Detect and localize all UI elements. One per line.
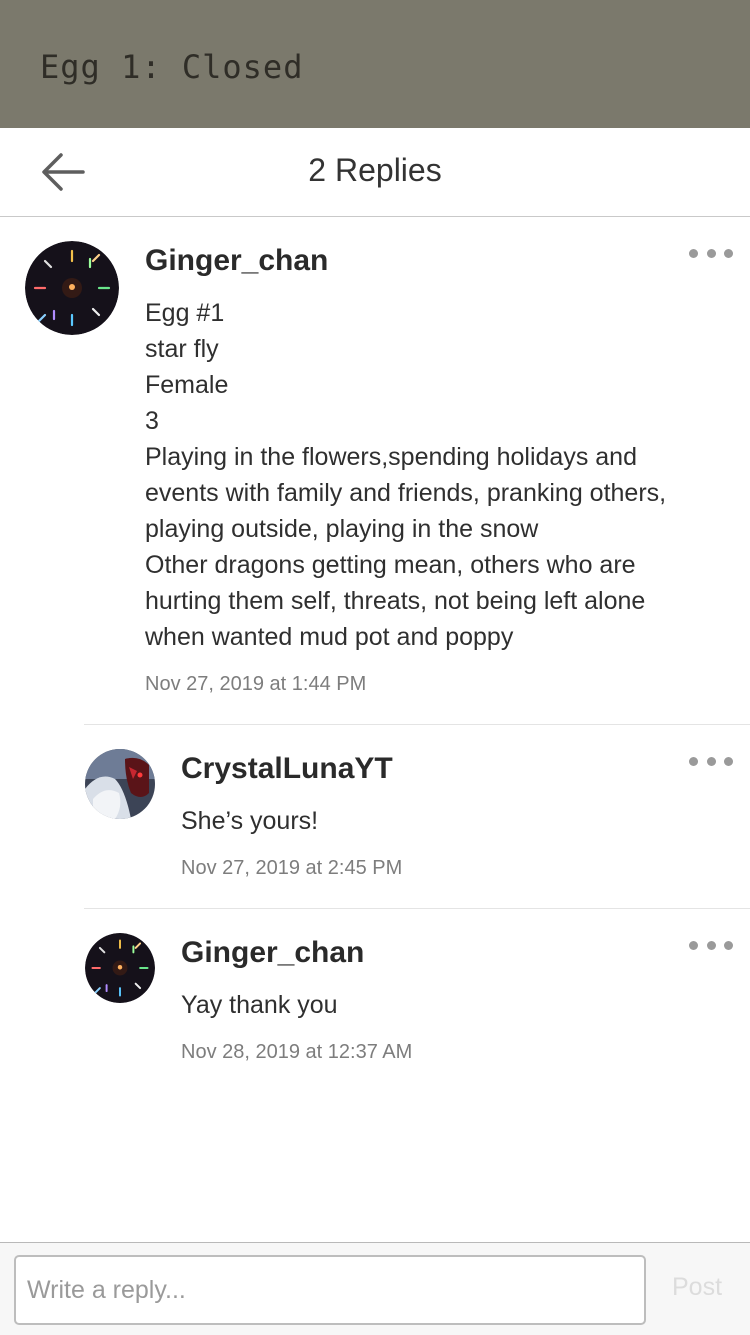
comment-more-button[interactable] [689, 935, 733, 955]
more-dot [706, 940, 716, 950]
comment-body: Egg #1 star fly Female 3 Playing in the … [145, 295, 666, 655]
avatar[interactable] [85, 749, 155, 819]
starburst-avatar-icon [25, 241, 119, 335]
page-title: 2 Replies [308, 152, 442, 188]
comment-timestamp: Nov 27, 2019 at 1:44 PM [145, 673, 367, 695]
comment-line: Playing in the flowers,spending holidays… [145, 443, 637, 471]
comment-more-button[interactable] [689, 751, 733, 771]
reply-input[interactable] [14, 1255, 646, 1325]
comment-line: Yay thank you [181, 991, 338, 1019]
more-dot [724, 248, 733, 258]
divider [84, 724, 750, 725]
comment-line: star fly [145, 335, 219, 363]
divider [84, 908, 750, 909]
comment-line: 3 [145, 407, 159, 435]
comment-line: hurting them self, threats, not being le… [145, 587, 646, 615]
nav-bar: 2 Replies [0, 128, 750, 217]
comment-author[interactable]: Ginger_chan [145, 244, 328, 278]
comment-body: She’s yours! [181, 803, 318, 839]
comment-line: when wanted mud pot and poppy [145, 623, 514, 651]
comment-line: Female [145, 371, 229, 399]
wolf-avatar-icon [85, 749, 155, 819]
comment-line: Other dragons getting mean, others who a… [145, 551, 636, 579]
post-title: Egg 1: Closed [40, 48, 304, 86]
avatar[interactable] [25, 241, 119, 335]
comment-line: She’s yours! [181, 807, 319, 835]
more-dot [724, 756, 733, 766]
avatar[interactable] [85, 933, 155, 1003]
comment-more-button[interactable] [689, 243, 733, 263]
comment-author[interactable]: Ginger_chan [181, 936, 364, 970]
post-button[interactable]: Post [672, 1273, 722, 1302]
more-dot [706, 248, 716, 258]
more-dots-icon [689, 248, 698, 258]
comment-line: playing outside, playing in the snow [145, 515, 539, 543]
comment-timestamp: Nov 28, 2019 at 12:37 AM [181, 1041, 413, 1063]
comment-line: Egg #1 [145, 299, 225, 327]
comment-timestamp: Nov 27, 2019 at 2:45 PM [181, 857, 403, 879]
more-dot [724, 940, 733, 950]
starburst-avatar-icon [85, 933, 155, 1003]
comment-body: Yay thank you [181, 987, 338, 1023]
more-dots-icon [689, 756, 698, 766]
more-dot [706, 756, 716, 766]
comment-line: events with family and friends, pranking… [145, 479, 667, 507]
reply-bar: Post [0, 1242, 750, 1335]
more-dots-icon [689, 940, 698, 950]
comment-author[interactable]: CrystalLunaYT [181, 752, 393, 786]
top-banner: Egg 1: Closed [0, 0, 750, 128]
